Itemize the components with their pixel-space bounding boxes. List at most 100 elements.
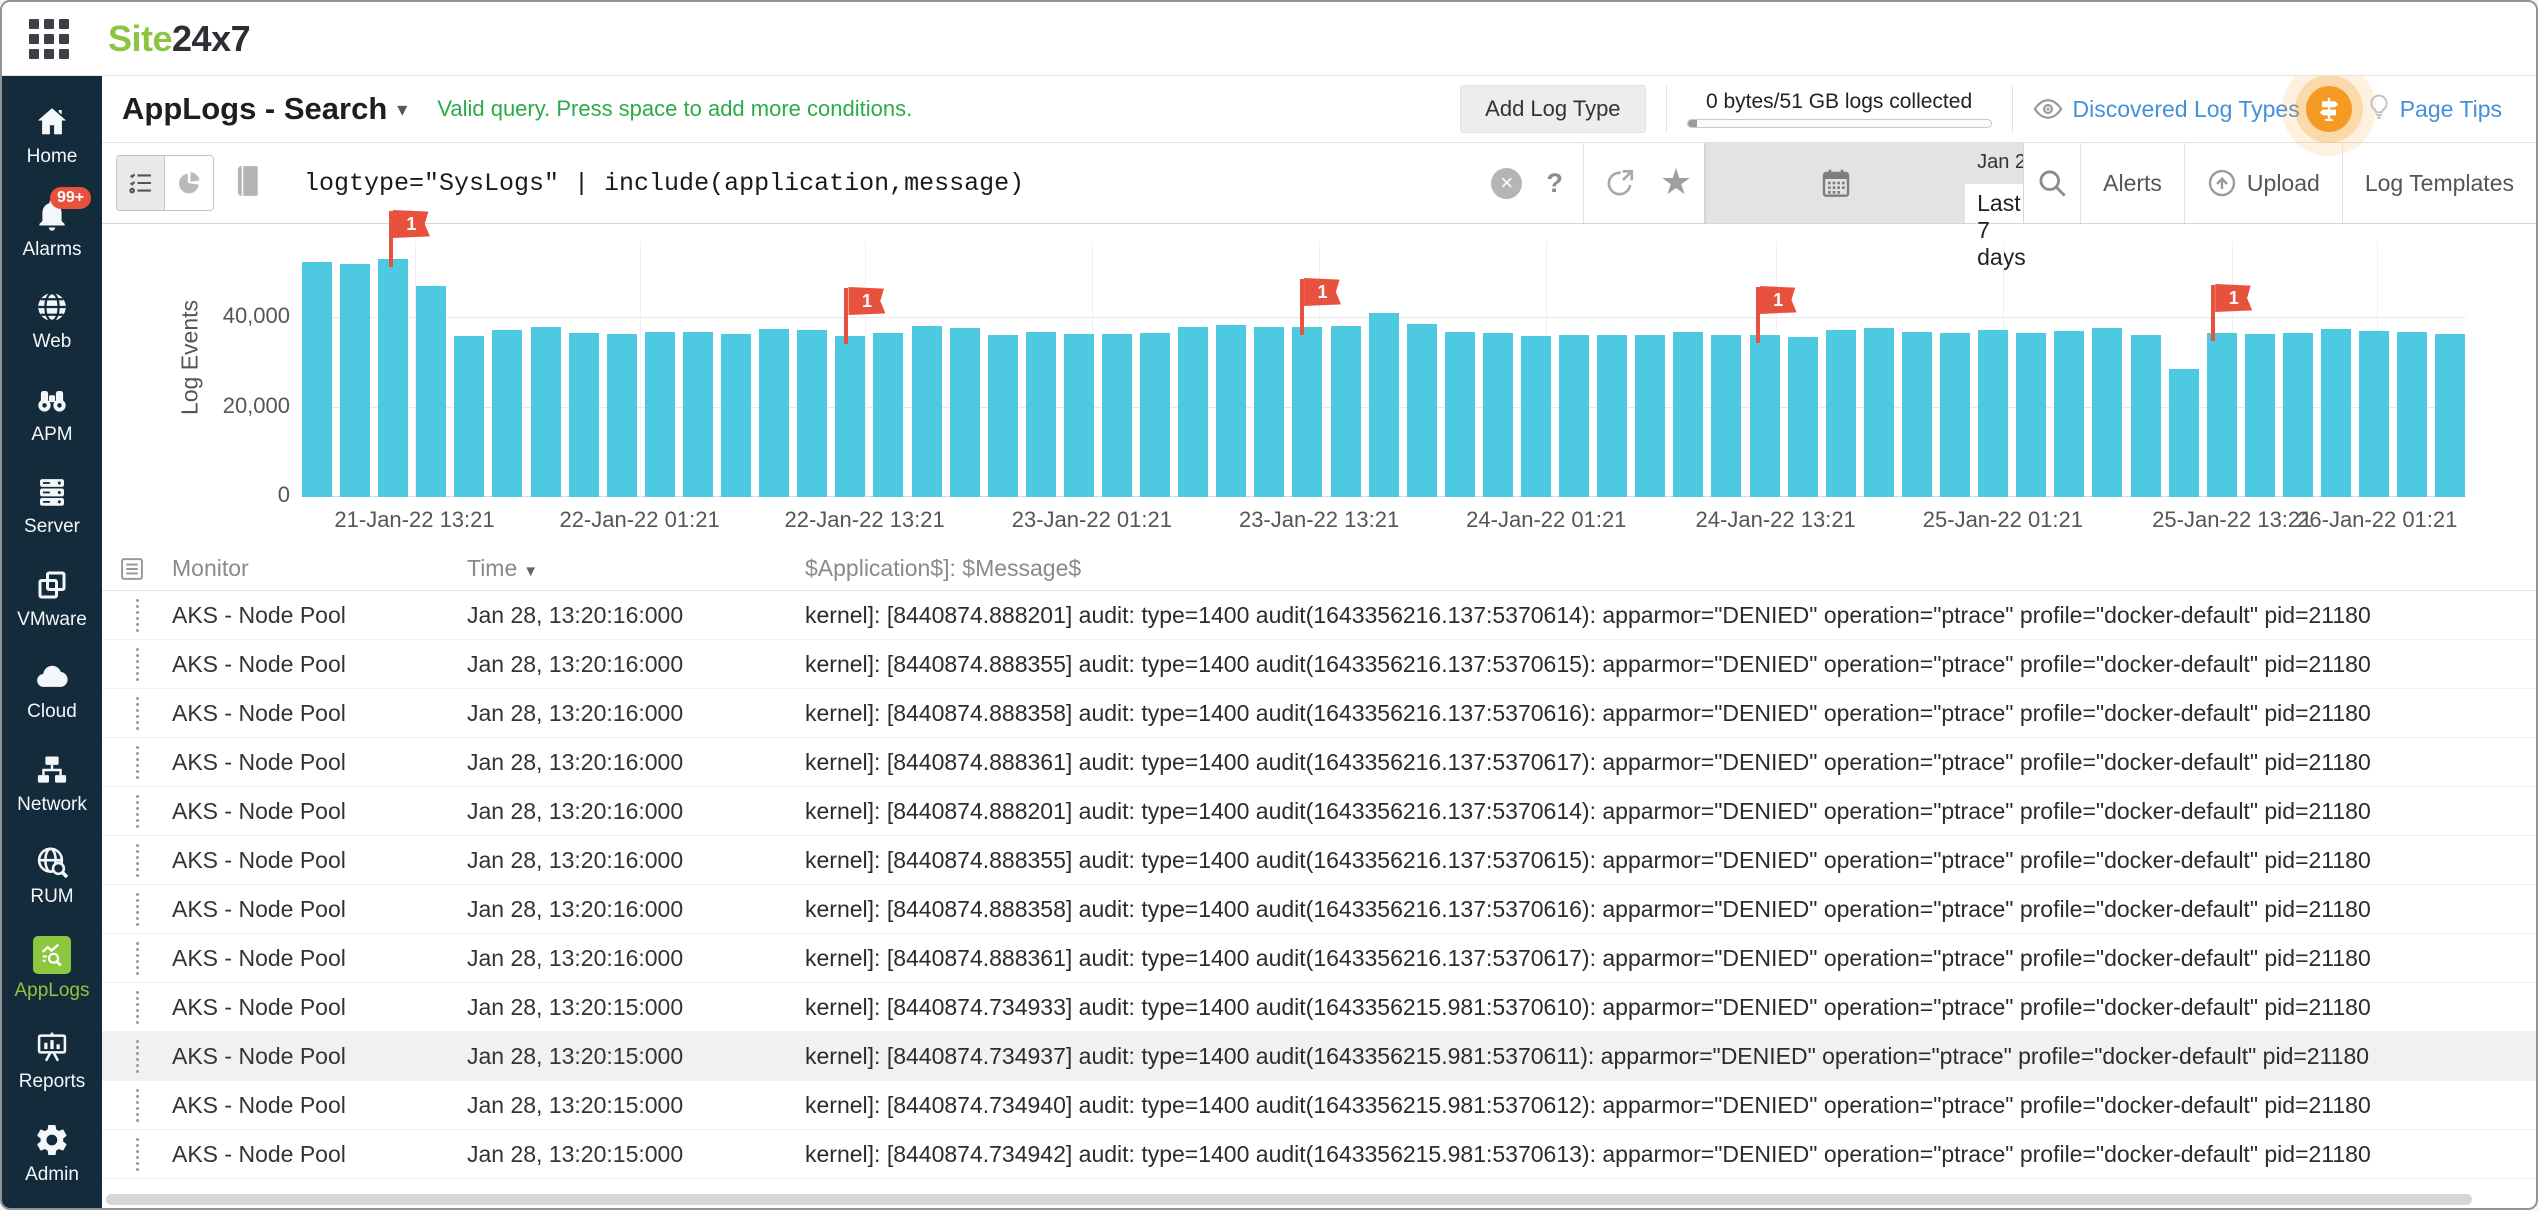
table-row[interactable]: AKS - Node Pool Jan 28, 13:20:16:000 kerne…: [102, 738, 2536, 787]
chart-bar[interactable]: [2282, 333, 2313, 497]
table-row[interactable]: AKS - Node Pool Jan 28, 13:20:16:000 kerne…: [102, 640, 2536, 689]
page-title-dropdown[interactable]: AppLogs - Search ▾: [122, 91, 407, 127]
anomaly-flag[interactable]: 1: [2215, 284, 2253, 312]
anomaly-flag[interactable]: 1: [392, 210, 430, 238]
share-search-button[interactable]: [1592, 143, 1648, 223]
chart-bar[interactable]: [1711, 335, 1742, 497]
chart-bar[interactable]: [1063, 334, 1094, 497]
chart-bar[interactable]: [340, 264, 371, 497]
clear-query-button[interactable]: ×: [1479, 143, 1534, 223]
chart-bar[interactable]: [1978, 330, 2009, 497]
chart-bar[interactable]: [2092, 328, 2123, 497]
chart-bar[interactable]: [721, 334, 752, 497]
chart-bar[interactable]: [2320, 329, 2351, 497]
chart-bar[interactable]: [2397, 332, 2428, 497]
chart-bar[interactable]: [606, 334, 637, 497]
sidebar-item-vmware[interactable]: VMware: [2, 553, 102, 646]
row-actions-kebab-icon[interactable]: [102, 1137, 172, 1171]
table-row[interactable]: AKS - Node Pool Jan 28, 13:20:16:000 kerne…: [102, 836, 2536, 885]
table-row[interactable]: AKS - Node Pool Jan 28, 13:20:16:000 kerne…: [102, 885, 2536, 934]
favorite-search-button[interactable]: ★: [1648, 143, 1704, 223]
chart-bar[interactable]: [1368, 313, 1399, 497]
chart-bar[interactable]: [682, 332, 713, 497]
chart-bar[interactable]: [1635, 335, 1666, 497]
app-switcher-icon[interactable]: [28, 18, 70, 60]
horizontal-scrollbar[interactable]: [106, 1194, 2472, 1205]
alerts-button[interactable]: Alerts: [2081, 143, 2184, 223]
guided-tour-icon[interactable]: [2305, 86, 2352, 132]
row-actions-kebab-icon[interactable]: [102, 1039, 172, 1073]
chart-bar[interactable]: [644, 332, 675, 497]
list-view-button[interactable]: [117, 156, 165, 210]
chart-bar[interactable]: [530, 327, 561, 497]
chart-bar[interactable]: [2054, 331, 2085, 497]
chart-bar[interactable]: [1749, 335, 1780, 497]
row-actions-kebab-icon[interactable]: [102, 990, 172, 1024]
chart-bar[interactable]: [1292, 327, 1323, 497]
sidebar-item-cloud[interactable]: Cloud: [2, 645, 102, 738]
date-range-picker[interactable]: Jan 21, 13:21:05 - Jan 28, 1... Last 7 d…: [1704, 143, 2026, 270]
row-actions-kebab-icon[interactable]: [102, 696, 172, 730]
chart-bar[interactable]: [1178, 327, 1209, 497]
table-row[interactable]: AKS - Node Pool Jan 28, 13:20:15:000 kerne…: [102, 1032, 2536, 1081]
table-row[interactable]: AKS - Node Pool Jan 28, 13:20:16:000 kerne…: [102, 689, 2536, 738]
chart-bar[interactable]: [911, 326, 942, 497]
chart-bar[interactable]: [2435, 334, 2466, 497]
chart-bar[interactable]: [1521, 336, 1551, 497]
row-actions-kebab-icon[interactable]: [102, 598, 172, 632]
chart-bar[interactable]: [949, 328, 980, 497]
sidebar-item-alarms[interactable]: 99+ Alarms: [2, 183, 102, 276]
row-actions-kebab-icon[interactable]: [102, 647, 172, 681]
search-query-input[interactable]: logtype="SysLogs" | include(application,…: [304, 169, 1024, 198]
search-button[interactable]: [2024, 143, 2080, 223]
row-actions-kebab-icon[interactable]: [102, 794, 172, 828]
chart-bar[interactable]: [302, 262, 332, 497]
discovered-log-types-link[interactable]: Discovered Log Types: [2033, 94, 2300, 124]
chart-bar[interactable]: [2130, 335, 2161, 497]
page-tips-link[interactable]: Page Tips: [2364, 92, 2502, 127]
upload-button[interactable]: Upload: [2185, 143, 2342, 223]
chart-bar[interactable]: [873, 333, 904, 497]
chart-bar[interactable]: [1216, 325, 1247, 497]
chart-bar[interactable]: [2016, 333, 2047, 497]
anomaly-flag[interactable]: 1: [848, 287, 886, 315]
chart-bar[interactable]: [1825, 330, 1856, 497]
column-header-time[interactable]: Time ▼: [467, 555, 805, 582]
saved-searches-button[interactable]: [234, 165, 262, 202]
chart-bar[interactable]: [1787, 337, 1818, 497]
chart-bar[interactable]: [1330, 326, 1361, 497]
chart-bar[interactable]: [1406, 324, 1437, 497]
chart-bar[interactable]: [1101, 334, 1132, 497]
sidebar-item-apm[interactable]: APM: [2, 368, 102, 461]
sidebar-item-applogs[interactable]: AppLogs: [2, 923, 102, 1016]
row-actions-kebab-icon[interactable]: [102, 745, 172, 779]
table-row[interactable]: AKS - Node Pool Jan 28, 13:20:15:000 kerne…: [102, 1130, 2536, 1179]
row-actions-kebab-icon[interactable]: [102, 892, 172, 926]
sidebar-item-server[interactable]: Server: [2, 460, 102, 553]
chart-bar[interactable]: [2244, 334, 2275, 497]
chart-view-button[interactable]: [165, 156, 213, 210]
query-help-button[interactable]: ?: [1534, 143, 1575, 223]
add-log-type-button[interactable]: Add Log Type: [1460, 85, 1646, 133]
chart-bar[interactable]: [378, 259, 409, 497]
table-row[interactable]: AKS - Node Pool Jan 28, 13:20:16:000 kerne…: [102, 934, 2536, 983]
chart-bar[interactable]: [797, 330, 828, 497]
table-row[interactable]: AKS - Node Pool Jan 28, 13:20:16:000 kerne…: [102, 787, 2536, 836]
chart-bar[interactable]: [1673, 332, 1704, 497]
chart-bar[interactable]: [1863, 328, 1894, 497]
chart-bar[interactable]: [1140, 333, 1171, 497]
chart-bar[interactable]: [416, 286, 447, 497]
anomaly-flag[interactable]: 1: [1304, 278, 1342, 306]
chart-bar[interactable]: [492, 330, 523, 497]
chart-bar[interactable]: [568, 333, 599, 497]
chart-bar[interactable]: [2206, 333, 2237, 497]
sidebar-item-home[interactable]: Home: [2, 90, 102, 183]
chart-bar[interactable]: [1254, 327, 1285, 497]
table-row[interactable]: AKS - Node Pool Jan 28, 13:20:16:000 kerne…: [102, 591, 2536, 640]
table-row[interactable]: AKS - Node Pool Jan 28, 13:20:15:000 kerne…: [102, 1081, 2536, 1130]
sidebar-item-admin[interactable]: Admin: [2, 1108, 102, 1201]
column-settings-button[interactable]: [102, 555, 172, 583]
row-actions-kebab-icon[interactable]: [102, 1088, 172, 1122]
chart-bar[interactable]: [759, 329, 790, 497]
chart-bar[interactable]: [835, 336, 866, 497]
